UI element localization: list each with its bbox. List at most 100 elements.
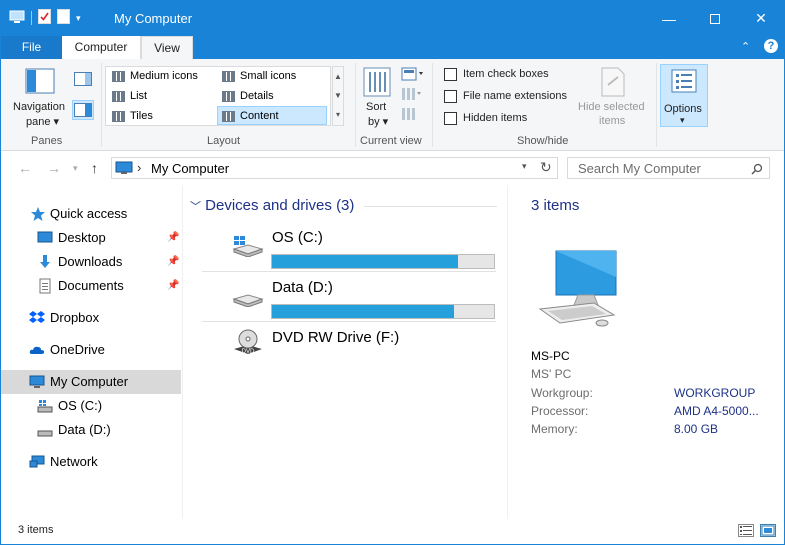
large-icons-view-button[interactable] (760, 524, 776, 537)
drive-item[interactable]: OS (C:) (232, 229, 496, 275)
layout-gallery-scroller[interactable]: ▲ ▼ ▾ (332, 66, 344, 126)
help-icon[interactable]: ? (764, 39, 778, 53)
tab-file[interactable]: File (1, 36, 62, 59)
layout-medium-icons[interactable]: Medium icons (108, 67, 216, 86)
drive-name: DVD RW Drive (F:) (272, 329, 400, 346)
properties-icon[interactable] (38, 9, 51, 27)
size-columns-icon[interactable] (401, 107, 419, 124)
sidebar-item-desktop[interactable]: Desktop 📌 (1, 226, 181, 250)
drive-item[interactable]: Data (D:) (232, 279, 496, 325)
back-arrow-icon[interactable]: ← (18, 160, 32, 176)
refresh-icon[interactable]: ↻ (540, 159, 552, 176)
sidebar-item-my-computer[interactable]: My Computer (1, 370, 181, 394)
devices-group-header[interactable]: ﹀ Devices and drives (3) (190, 197, 354, 214)
navigation-pane-caret[interactable]: pane ▾ (26, 115, 59, 128)
layout-content[interactable]: Content (217, 106, 327, 125)
sidebar-item-quick-access[interactable]: Quick access (1, 202, 181, 226)
computer-icon (29, 375, 45, 388)
qat-dropdown-icon[interactable]: ▾ (76, 13, 81, 24)
file-name-extensions-checkbox[interactable] (444, 90, 457, 103)
hide-selected-label[interactable]: Hide selected (578, 101, 645, 113)
layout-item-label: Small icons (240, 70, 297, 82)
navigation-pane: Quick access Desktop 📌 Downloads 📌 Docum… (1, 185, 183, 519)
close-button[interactable]: ✕ (738, 1, 784, 36)
navigation-pane-icon[interactable] (25, 68, 55, 97)
pin-icon[interactable]: 📌 (167, 226, 179, 250)
chevron-down-icon[interactable]: ﹀ (190, 201, 201, 213)
details-view-icon (740, 526, 752, 535)
options-button[interactable]: Options ▾ (660, 64, 708, 127)
pin-icon[interactable]: 📌 (167, 250, 179, 274)
sidebar-item-documents[interactable]: Documents 📌 (1, 274, 181, 298)
window-title: My Computer (114, 11, 193, 26)
maximize-button[interactable] (692, 1, 738, 36)
hidden-items-checkbox[interactable] (444, 112, 457, 125)
sidebar-item-dropbox[interactable]: Dropbox (1, 306, 181, 330)
layout-details[interactable]: Details (218, 87, 326, 106)
add-columns-icon[interactable] (401, 87, 423, 104)
search-input[interactable]: Search My Computer (567, 157, 770, 179)
hidden-items-label[interactable]: Hidden items (463, 112, 527, 124)
small-icons-icon (222, 71, 235, 82)
minimize-ribbon-icon[interactable]: ⌃ (741, 40, 750, 53)
tab-computer[interactable]: Computer (62, 36, 141, 59)
windows-drive-icon (232, 236, 264, 257)
item-check-boxes-checkbox[interactable] (444, 68, 457, 81)
details-pane-icon (74, 103, 92, 117)
sort-by-label[interactable]: Sort (366, 101, 386, 113)
layout-item-label: List (130, 90, 148, 102)
computer-icon[interactable] (9, 10, 25, 27)
sidebar-item-data-d[interactable]: Data (D:) (1, 418, 181, 442)
hide-selected-label-2: items (599, 115, 626, 127)
options-label: Options (664, 103, 702, 115)
quick-access-toolbar: ▾ (9, 9, 81, 27)
workgroup-value: WORKGROUP (674, 386, 756, 400)
breadcrumb[interactable]: My Computer (151, 161, 229, 176)
computer-description: MS' PC (531, 367, 572, 381)
sort-by-icon[interactable] (363, 67, 391, 100)
up-arrow-icon[interactable]: ↑ (91, 160, 98, 176)
sidebar-item-downloads[interactable]: Downloads 📌 (1, 250, 181, 274)
status-item-count: 3 items (18, 524, 54, 536)
status-bar: 3 items (1, 519, 784, 544)
tab-view[interactable]: View (141, 36, 193, 59)
memory-value: 8.00 GB (674, 422, 719, 436)
hide-selected-icon[interactable] (600, 67, 626, 100)
sidebar-item-network[interactable]: Network (1, 450, 181, 474)
ribbon-separator (656, 63, 657, 147)
item-check-boxes-label[interactable]: Item check boxes (463, 68, 549, 80)
breadcrumb-separator[interactable]: › (137, 160, 141, 175)
medium-icons-icon (112, 71, 125, 82)
sidebar-item-os-c[interactable]: OS (C:) (1, 394, 181, 418)
navigation-pane-label[interactable]: Navigation (13, 101, 65, 113)
scroll-up-icon[interactable]: ▲ (333, 67, 343, 86)
layout-tiles[interactable]: Tiles (108, 107, 216, 126)
layout-list[interactable]: List (108, 87, 216, 106)
ribbon-tabs: File Computer View ⌃ ? (1, 36, 784, 59)
pin-icon[interactable]: 📌 (167, 274, 179, 298)
preview-pane-icon[interactable] (74, 72, 92, 89)
gallery-expand-icon[interactable]: ▾ (333, 105, 343, 124)
search-icon (751, 163, 763, 175)
layout-small-icons[interactable]: Small icons (218, 67, 326, 86)
minimize-button[interactable]: — (646, 1, 692, 36)
drive-item[interactable]: DVD DVD RW Drive (F:) (232, 329, 496, 375)
file-name-extensions-label[interactable]: File name extensions (463, 90, 567, 102)
address-row: ← → ▾ ↑ › My Computer ▾ ↻ Search My Comp… (1, 152, 784, 184)
scroll-down-icon[interactable]: ▼ (333, 86, 343, 105)
recent-locations-icon[interactable]: ▾ (73, 163, 78, 174)
ribbon: Navigation pane ▾ Panes Medium icons Sma… (1, 59, 784, 151)
details-pane-button[interactable] (72, 100, 94, 120)
forward-arrow-icon[interactable]: → (47, 160, 61, 176)
row-divider (202, 271, 496, 272)
new-folder-icon[interactable] (57, 9, 70, 27)
details-view-button[interactable] (738, 524, 754, 537)
sidebar-item-label: Network (50, 454, 98, 469)
address-bar[interactable]: › My Computer ▾ ↻ (111, 157, 558, 179)
sort-by-caret[interactable]: by ▾ (368, 115, 388, 128)
sidebar-item-onedrive[interactable]: OneDrive (1, 338, 181, 362)
options-caret-icon: ▾ (680, 115, 685, 125)
star-icon (31, 207, 45, 221)
address-dropdown-icon[interactable]: ▾ (522, 161, 527, 172)
group-by-icon[interactable] (401, 67, 427, 84)
